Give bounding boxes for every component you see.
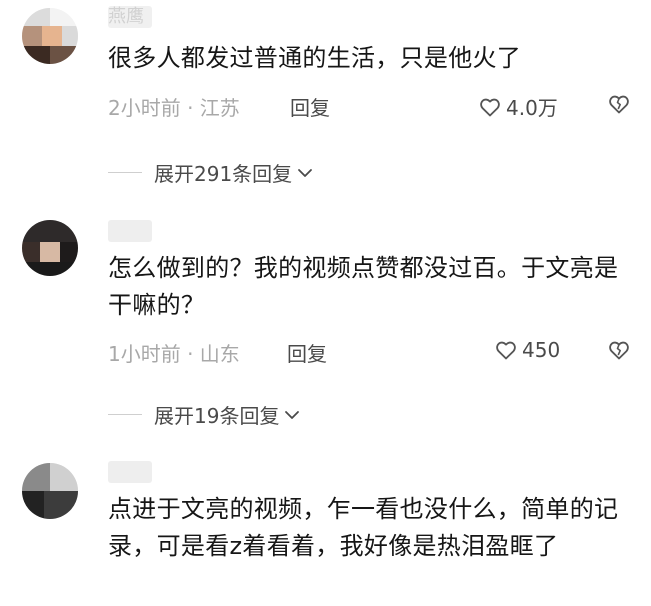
heart-outline-icon bbox=[496, 341, 516, 360]
heart-outline-icon bbox=[480, 98, 500, 116]
expand-replies-label: 展开19条回复 bbox=[154, 404, 280, 428]
comment-text: 很多人都发过普通的生活，只是他火了 bbox=[108, 44, 522, 72]
comment-text: 怎么做到的？我的视频点赞都没过百。于文亮是干嘛的？ bbox=[108, 254, 619, 319]
expand-divider bbox=[108, 414, 142, 415]
like-button[interactable]: 4.0万 bbox=[478, 92, 558, 121]
expand-replies-label: 展开291条回复 bbox=[154, 162, 293, 186]
avatar[interactable] bbox=[22, 220, 78, 276]
like-button[interactable]: 450 bbox=[494, 338, 560, 362]
comment-item: 点进于文亮的视频，乍一看也没什么，简单的记录，可是看z着看着，我好像是热泪盈眶了 bbox=[0, 455, 651, 606]
chevron-down-icon bbox=[285, 410, 300, 419]
like-count: 450 bbox=[522, 338, 561, 362]
dislike-button[interactable] bbox=[607, 338, 631, 366]
broken-heart-icon bbox=[609, 95, 629, 114]
reply-button[interactable]: 回复 bbox=[290, 92, 330, 121]
avatar[interactable] bbox=[22, 8, 78, 64]
like-count: 4.0万 bbox=[506, 96, 558, 120]
expand-replies-button[interactable]: 展开291条回复 bbox=[108, 158, 314, 187]
expand-replies-button[interactable]: 展开19条回复 bbox=[108, 400, 301, 429]
reply-button[interactable]: 回复 bbox=[287, 338, 327, 367]
dislike-button[interactable] bbox=[607, 92, 631, 120]
avatar[interactable] bbox=[22, 463, 78, 519]
username-blurred bbox=[108, 220, 152, 242]
comment-item: 怎么做到的？我的视频点赞都没过百。于文亮是干嘛的？ 1小时前 · 山东 回复 4… bbox=[0, 210, 651, 430]
chevron-down-icon bbox=[298, 168, 313, 177]
broken-heart-icon bbox=[609, 341, 629, 360]
username[interactable]: 燕鹰 bbox=[108, 4, 188, 30]
expand-divider bbox=[108, 172, 142, 173]
comment-item: 燕鹰 很多人都发过普通的生活，只是他火了 2小时前 · 江苏 回复 4.0万 展… bbox=[0, 0, 651, 200]
comment-text: 点进于文亮的视频，乍一看也没什么，简单的记录，可是看z着看着，我好像是热泪盈眶了 bbox=[108, 495, 619, 560]
comment-time-location: 2小时前 · 江苏 bbox=[108, 96, 240, 120]
username-blurred bbox=[108, 461, 152, 483]
comment-time-location: 1小时前 · 山东 bbox=[108, 342, 240, 366]
